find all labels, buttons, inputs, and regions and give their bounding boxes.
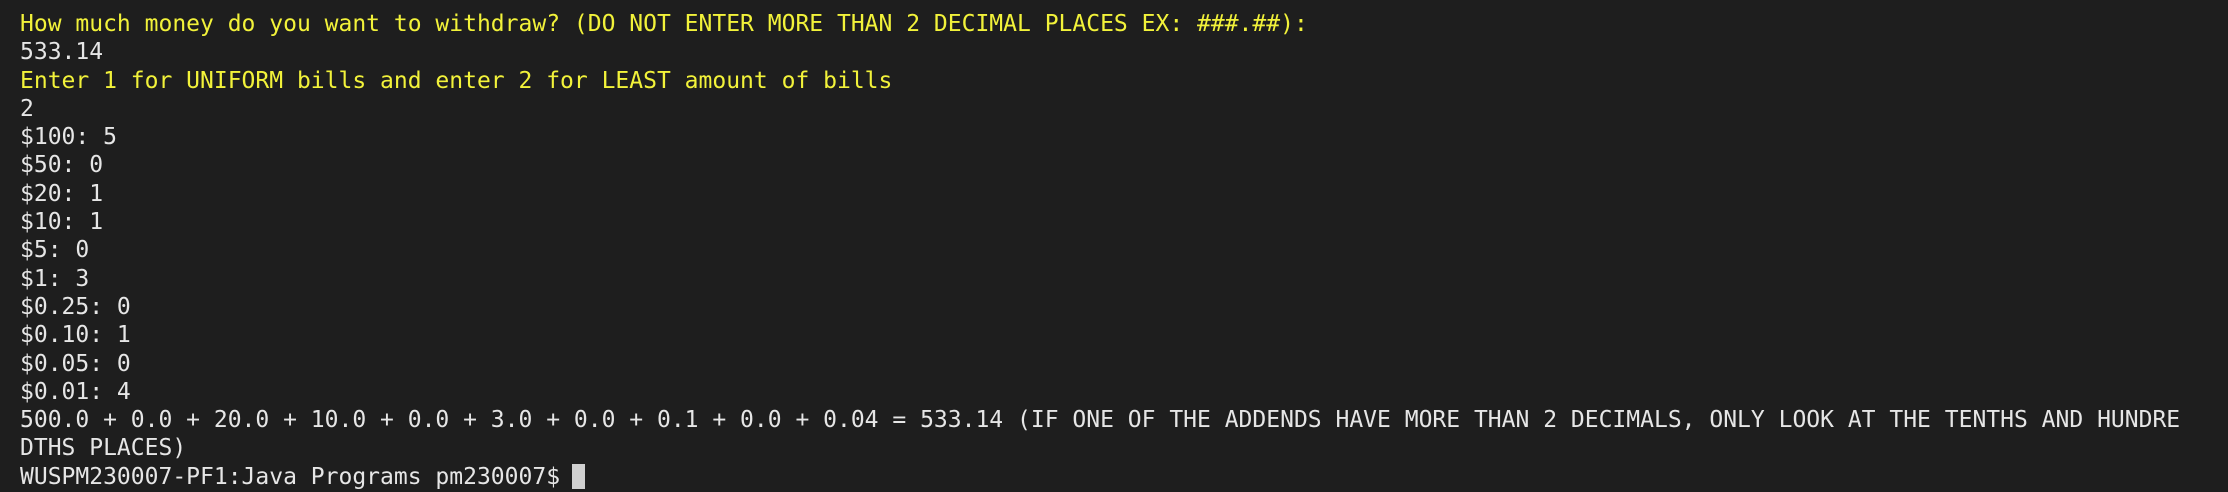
bill-count-line: $50: 0 [20, 152, 104, 179]
bill-count-line: $1: 3 [20, 265, 90, 292]
bill-count-line: $0.10: 1 [20, 322, 131, 349]
bill-count-line: $0.25: 0 [20, 293, 131, 320]
sum-output-line: 500.0 + 0.0 + 20.0 + 10.0 + 0.0 + 3.0 + … [20, 407, 2181, 434]
text-cursor [572, 463, 586, 489]
sum-output-line-wrap: DTHS PLACES) [20, 435, 187, 462]
mode-input-echo: 2 [20, 95, 34, 122]
terminal-window[interactable]: How much money do you want to withdraw? … [0, 0, 2228, 492]
bill-count-line: $5: 0 [20, 237, 90, 264]
bill-count-line: $0.05: 0 [20, 350, 131, 377]
mode-prompt: Enter 1 for UNIFORM bills and enter 2 fo… [20, 67, 893, 94]
withdraw-prompt: How much money do you want to withdraw? … [20, 11, 1308, 37]
bill-count-line: $20: 1 [20, 180, 104, 207]
shell-prompt: WUSPM230007-PF1:Java Programs pm230007$ [20, 463, 561, 490]
bill-count-line: $10: 1 [20, 209, 104, 236]
amount-input-echo: 533.14 [20, 39, 104, 66]
bill-count-line: $100: 5 [20, 124, 117, 151]
bill-count-line: $0.01: 4 [20, 378, 131, 405]
shell-prompt-line[interactable]: WUSPM230007-PF1:Java Programs pm230007$ [20, 463, 2208, 491]
